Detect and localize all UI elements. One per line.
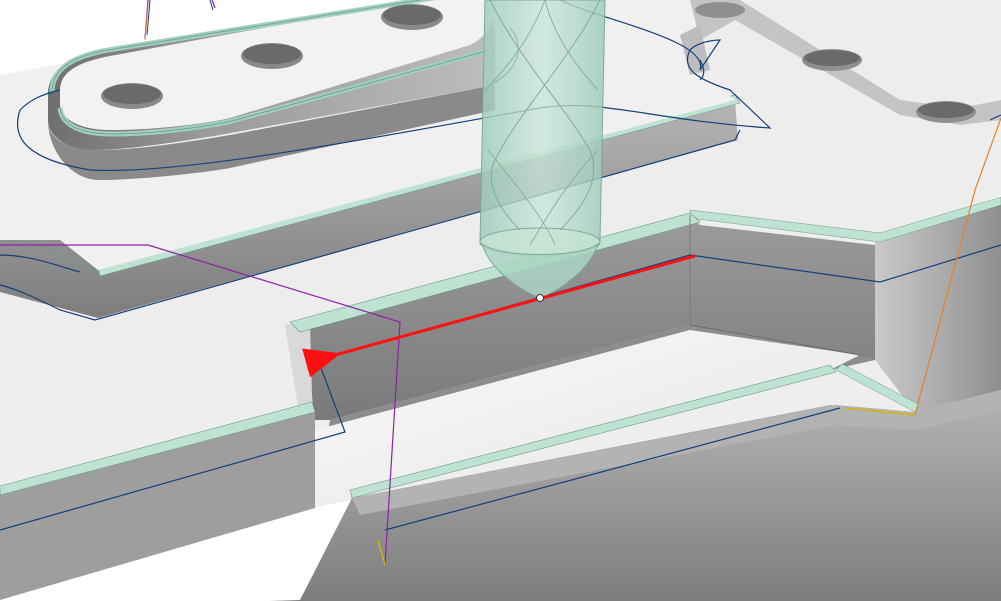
tool-tip-marker — [536, 294, 544, 302]
part-simulation-canvas[interactable] — [0, 0, 1001, 601]
cam-3d-viewport[interactable] — [0, 0, 1001, 601]
ball-end-mill-tool[interactable] — [479, 0, 606, 299]
